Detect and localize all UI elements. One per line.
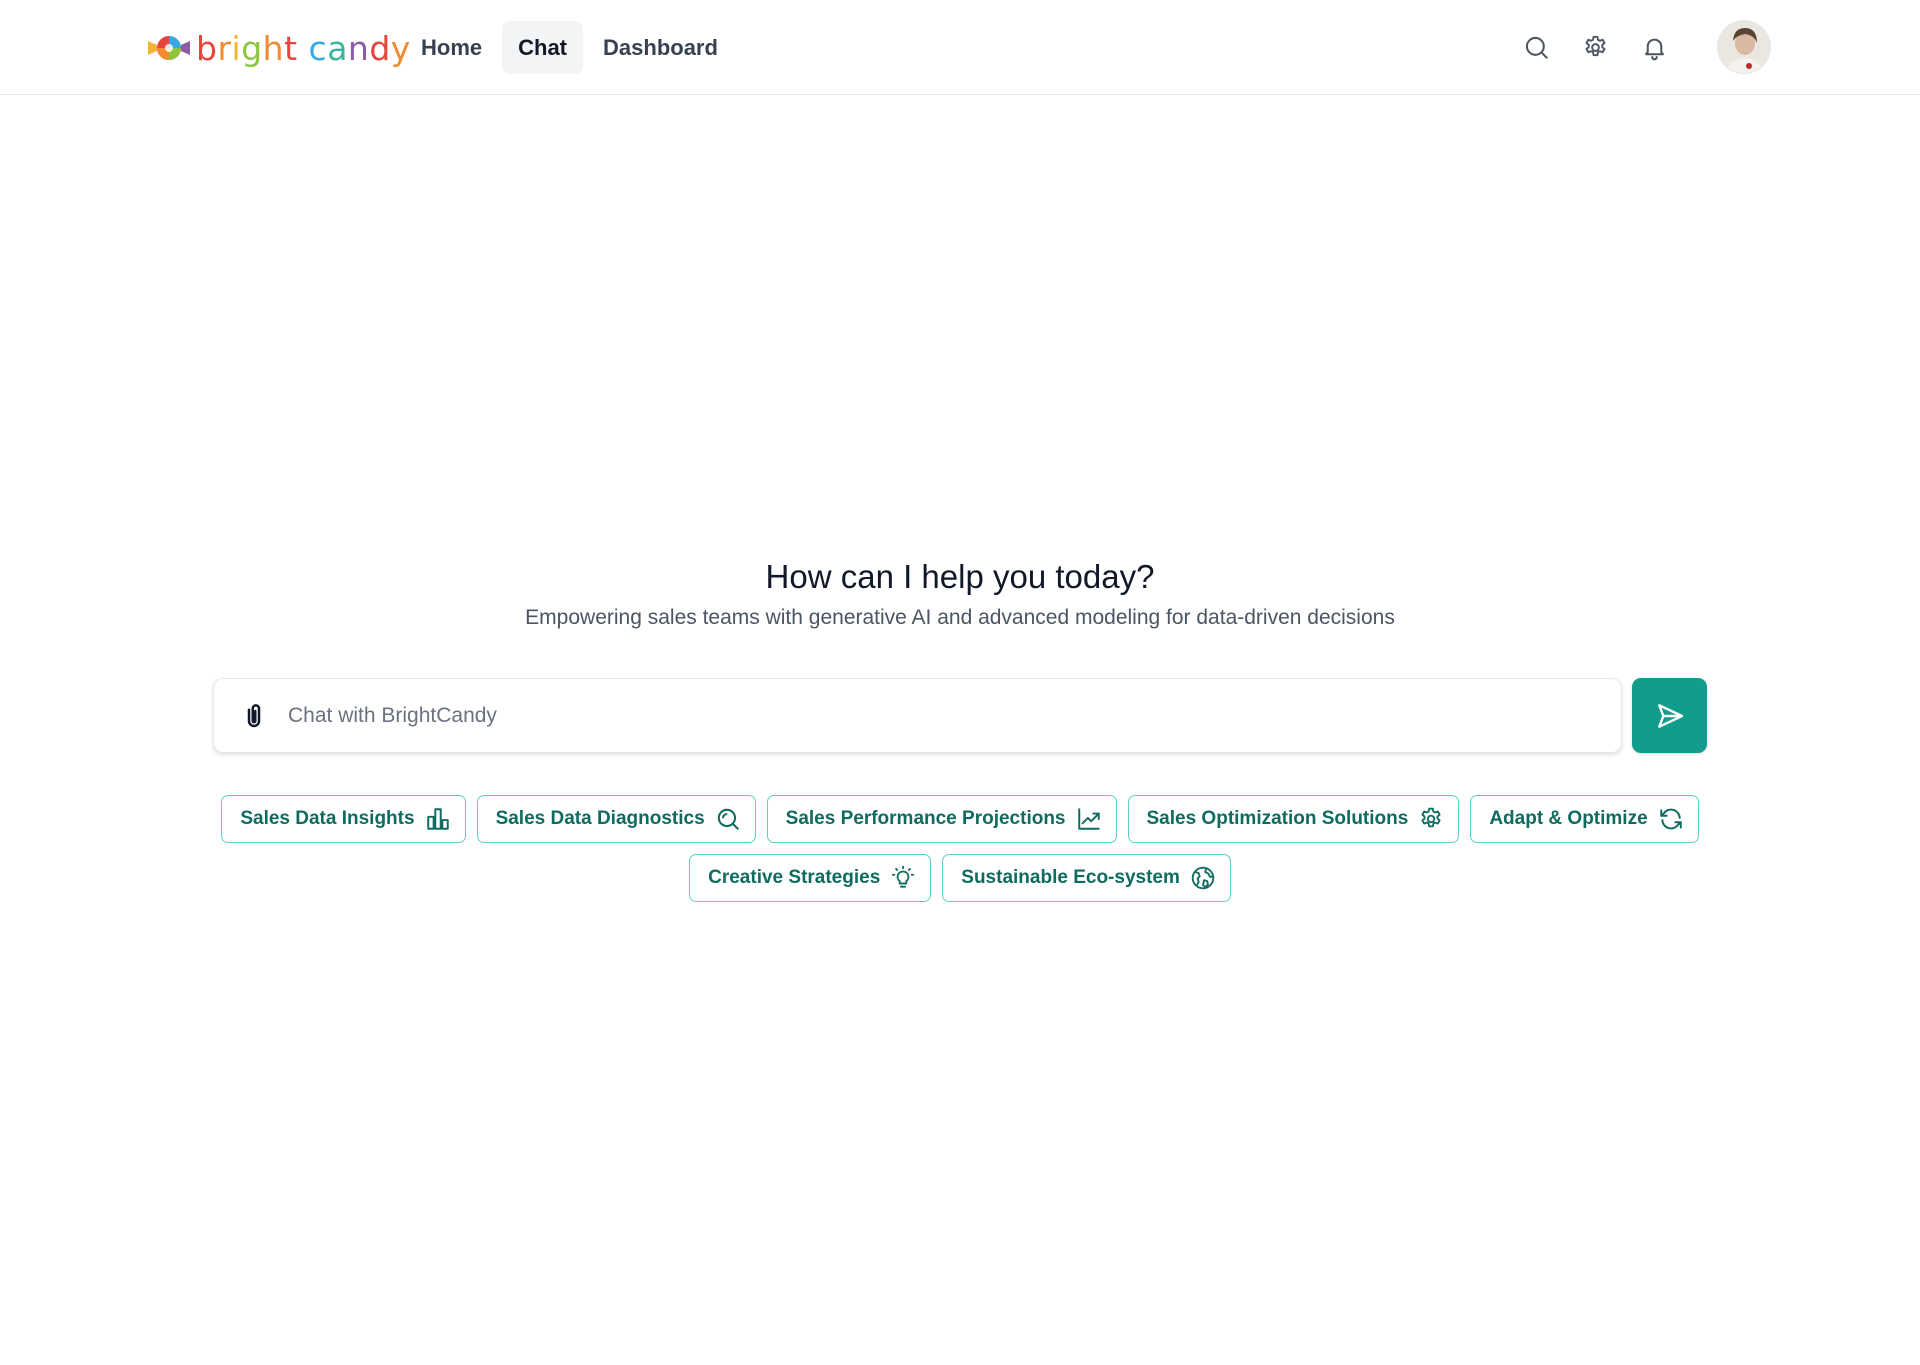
gear-icon[interactable] <box>1581 33 1610 62</box>
bar-chart-icon <box>426 808 449 830</box>
suggestion-sales-optimization-solutions[interactable]: Sales Optimization Solutions <box>1127 795 1460 843</box>
brand-letter: i <box>231 28 242 68</box>
send-icon <box>1657 703 1683 728</box>
chip-label: Creative Strategies <box>708 867 881 888</box>
brand-letter: g <box>241 28 263 68</box>
nav-chat[interactable]: Chat <box>502 21 584 74</box>
top-navigation-bar: bright candy Home Chat Dashboard <box>0 0 1920 95</box>
chip-label: Sales Optimization Solutions <box>1146 808 1409 829</box>
brand-letter <box>298 29 309 68</box>
suggestion-sales-performance-projections[interactable]: Sales Performance Projections <box>766 795 1117 843</box>
brand-letter: n <box>347 28 370 68</box>
trend-up-icon <box>1077 808 1100 830</box>
gear-icon <box>1421 807 1441 828</box>
suggestion-adapt-optimize[interactable]: Adapt & Optimize <box>1470 795 1699 843</box>
nav-dashboard[interactable]: Dashboard <box>587 21 734 74</box>
brand-letter: d <box>369 28 391 68</box>
search-icon[interactable] <box>1522 33 1551 62</box>
page-subtitle: Empowering sales teams with generative A… <box>525 606 1395 629</box>
header-actions <box>1522 20 1771 74</box>
chip-label: Adapt & Optimize <box>1489 808 1648 829</box>
brand-letter: t <box>284 28 298 68</box>
suggestion-row-1: Sales Data Insights Sales Data Diagnosti… <box>0 795 1920 843</box>
page-title: How can I help you today? <box>765 558 1155 595</box>
paperclip-icon[interactable] <box>234 696 274 736</box>
brand-letter: c <box>308 28 328 68</box>
send-button[interactable] <box>1632 678 1707 753</box>
user-avatar[interactable] <box>1717 20 1771 74</box>
brand-letter: h <box>262 28 285 68</box>
suggestion-row-2: Creative Strategies Sustainable Eco-syst… <box>0 854 1920 902</box>
brand-name: bright candy <box>196 29 411 68</box>
suggestion-sustainable-eco-system[interactable]: Sustainable Eco-system <box>942 854 1231 902</box>
chat-box <box>213 678 1622 753</box>
bell-icon[interactable] <box>1640 33 1669 62</box>
suggestion-sales-data-insights[interactable]: Sales Data Insights <box>221 795 466 843</box>
candy-icon <box>148 36 190 60</box>
magnifier-icon <box>717 808 739 830</box>
main-nav: Home Chat Dashboard <box>405 21 734 74</box>
lightbulb-icon <box>892 865 915 888</box>
chip-label: Sales Performance Projections <box>785 808 1066 829</box>
suggestion-sales-data-diagnostics[interactable]: Sales Data Diagnostics <box>476 795 756 843</box>
brand-letter: a <box>327 28 348 68</box>
brand-letter: r <box>217 28 232 68</box>
chip-label: Sustainable Eco-system <box>961 867 1180 888</box>
brand-logo[interactable]: bright candy <box>148 28 411 68</box>
brand-letter: b <box>196 28 218 68</box>
globe-icon <box>1191 866 1215 890</box>
chat-input[interactable] <box>288 679 1621 752</box>
nav-home[interactable]: Home <box>405 21 498 74</box>
refresh-icon <box>1659 808 1682 830</box>
chip-label: Sales Data Diagnostics <box>495 808 705 829</box>
chip-label: Sales Data Insights <box>240 808 415 829</box>
suggestion-creative-strategies[interactable]: Creative Strategies <box>689 854 932 902</box>
